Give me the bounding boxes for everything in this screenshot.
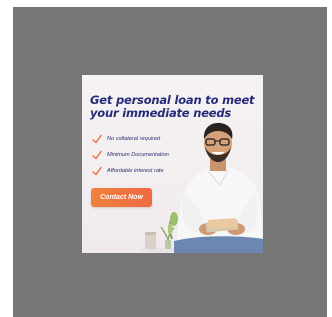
checkmark-icon xyxy=(92,150,102,160)
contact-now-button[interactable]: Contact Now xyxy=(91,188,152,207)
benefit-text: Minimum Documentation xyxy=(107,152,169,158)
benefit-item: No collateral required xyxy=(92,131,169,147)
benefit-text: Affordable interest rate xyxy=(107,168,164,174)
smiling-man-photo xyxy=(168,122,263,253)
benefit-item: Minimum Documentation xyxy=(92,147,169,163)
checkmark-icon xyxy=(92,134,102,144)
benefits-list: No collateral required Minimum Documenta… xyxy=(92,131,169,179)
benefit-item: Affordable interest rate xyxy=(92,163,169,179)
benefit-text: No collateral required xyxy=(107,136,161,142)
checkmark-icon xyxy=(92,166,102,176)
loan-advertisement-banner[interactable]: Get personal loan to meet your immediate… xyxy=(82,75,263,253)
